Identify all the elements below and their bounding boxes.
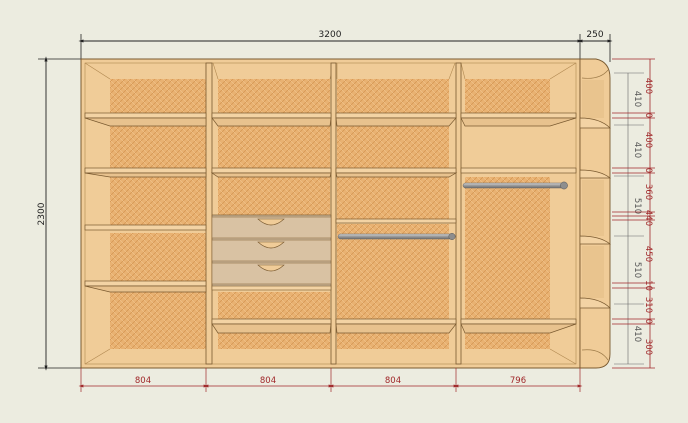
side-dim-red-11: 300 xyxy=(643,339,653,355)
side-dim-red-10: 0 xyxy=(643,319,653,324)
side-dim-red-8: 10 xyxy=(643,280,653,291)
side-dim-gray-2: 410 xyxy=(632,142,642,158)
side-dim-red-2: 0 xyxy=(643,113,653,118)
wardrobe-drawing: 3200 250 2300 410 410 510 510 410 400 0 … xyxy=(0,0,688,423)
side-shelves xyxy=(579,58,611,369)
side-dim-red-3: 400 xyxy=(643,132,653,148)
side-dim-gray-5: 410 xyxy=(632,326,642,342)
side-dim-red-4: 0 xyxy=(643,168,653,173)
right-dimensions: 410 410 510 510 410 400 0 400 0 360 440 … xyxy=(612,58,655,369)
drawer-unit xyxy=(211,214,332,291)
side-dim-red-7: 450 xyxy=(643,246,653,262)
side-dim-red-1: 400 xyxy=(643,78,653,94)
overall-width-label: 3200 xyxy=(319,30,342,40)
section-width-3: 804 xyxy=(385,376,401,386)
overall-height-label: 2300 xyxy=(37,202,47,225)
side-dim-gray-1: 410 xyxy=(632,91,642,107)
side-depth-label: 250 xyxy=(586,30,603,40)
left-dimension: 2300 xyxy=(37,56,82,371)
side-dim-gray-4: 510 xyxy=(632,262,642,278)
side-dim-red-5: 360 xyxy=(643,184,653,200)
rail-section-4 xyxy=(462,182,567,189)
side-dim-red-6: 440 xyxy=(643,210,653,226)
section-width-4: 796 xyxy=(510,376,526,386)
wardrobe-svg: 3200 250 2300 410 410 510 510 410 400 0 … xyxy=(37,30,655,392)
top-dimension: 3200 250 xyxy=(78,30,613,62)
section-width-2: 804 xyxy=(260,376,276,386)
bottom-dimensions: 804 804 804 796 xyxy=(78,368,583,392)
section-width-1: 804 xyxy=(135,376,151,386)
side-dim-red-9: 310 xyxy=(643,297,653,313)
rail-section-3 xyxy=(337,233,454,240)
